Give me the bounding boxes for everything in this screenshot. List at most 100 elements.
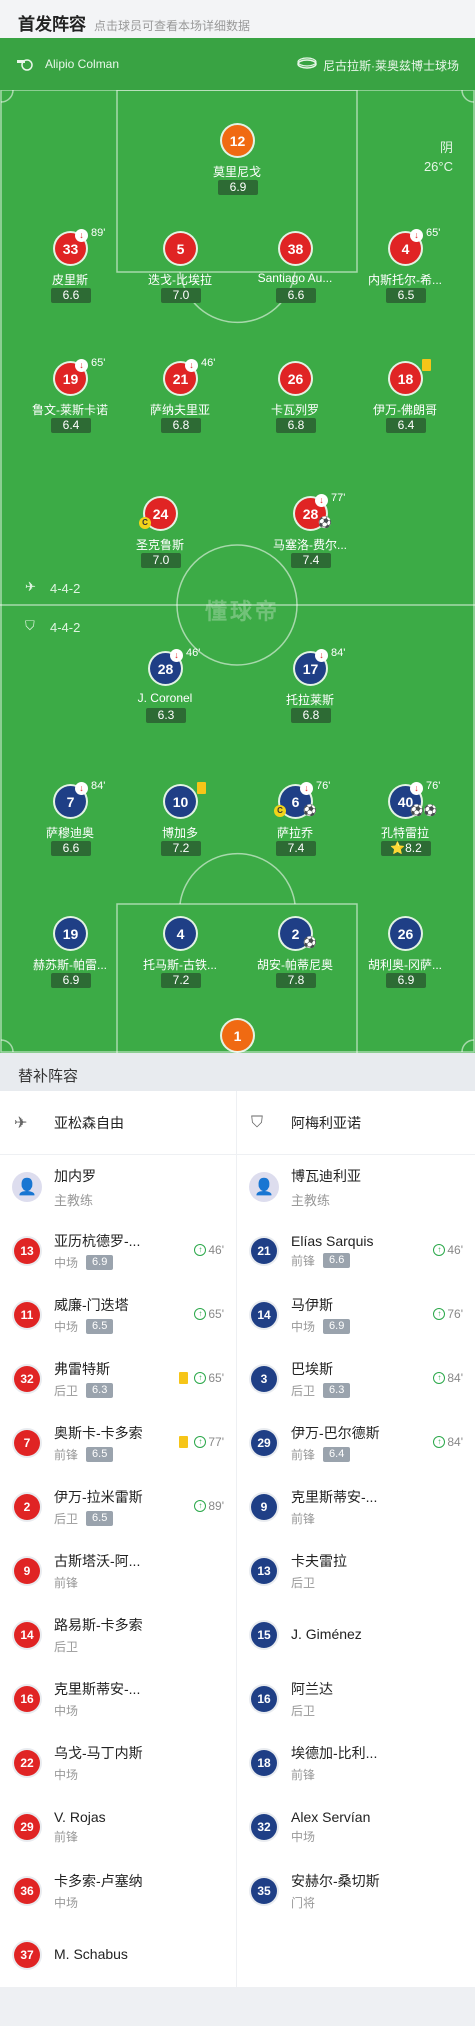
pitch-player[interactable]: 6 ↓ 76' C ⚽ 萨拉乔 7.4 [240,780,350,866]
sub-player-number: 15 [251,1622,277,1648]
pitch-player[interactable]: 19 ↓ 65' 鲁文-莱斯卡诺 6.4 [15,357,125,443]
sub-player-number: 3 [251,1366,277,1392]
sub-in-info: ↑ 84' [433,1435,463,1449]
away-coach[interactable]: 👤 博瓦迪利亚 主教练 [237,1155,475,1219]
pitch-player[interactable]: 7 ↓ 84' 萨穆迪奥 6.6 [15,780,125,866]
sub-player-rating: 6.9 [86,1255,114,1270]
sub-player-row[interactable]: 7 奥斯卡-卡多索 前锋 6.5 ↑ 77' [0,1411,236,1475]
pitch-player[interactable]: 18 伊万-佛朗哥 6.4 [350,359,460,443]
sub-player-row[interactable]: 13 卡夫雷拉 后卫 [237,1539,475,1603]
sub-player-row[interactable]: 16 阿兰达 后卫 [237,1667,475,1731]
sub-in-minute: 46' [447,1243,463,1257]
player-name: 孔特雷拉 [380,826,429,840]
captain-badge: C [139,517,151,529]
player-name: 托马斯-古铁... [143,958,217,972]
pitch-player[interactable]: 28 ↓ 77' ⚽ 马塞洛-费尔... 7.4 [255,492,365,578]
sub-player-number: 2 [14,1494,40,1520]
sub-player-row[interactable]: 11 威廉-门迭塔 中场 6.5 ↑ 65' [0,1283,236,1347]
pitch-player[interactable]: 19 赫苏斯-帕雷... 6.9 [15,918,125,998]
weather-temperature: 26°C [423,159,453,174]
sub-player-name: 路易斯-卡多索 [54,1617,143,1633]
sub-in-minute: 65' [208,1307,224,1321]
pitch-player[interactable]: 4 ↓ 65' 内斯托尔-希... 6.5 [350,227,460,313]
sub-player-rating: 6.3 [323,1383,351,1398]
player-number: 5 [165,233,196,264]
pitch-player[interactable]: 4 托马斯-古铁... 7.2 [125,918,235,998]
pitch-player[interactable]: 38 Santiago Au... 6.6 [240,233,350,313]
pitch-player[interactable]: 28 ↓ 46' J. Coronel 6.3 [110,647,220,733]
home-team-header[interactable]: ✈ 亚松森自由 [0,1091,236,1155]
pitch-player[interactable]: 5 迭戈-比埃拉 7.0 [125,233,235,313]
sub-in-icon: ↑ [433,1308,446,1320]
pitch-player[interactable]: 2 ⚽ 胡安-帕蒂尼奥 7.8 [240,918,350,998]
pitch-player[interactable]: 1克里斯托福罗7.2 [182,1020,292,1053]
sub-player-row[interactable]: 14 路易斯-卡多索 后卫 [0,1603,236,1667]
sub-player-row[interactable]: 29 伊万-巴尔德斯 前锋 6.4 ↑ 84' [237,1411,475,1475]
sub-player-number: 29 [14,1814,40,1840]
lineup-header: 首发阵容 点击球员可查看本场详细数据 [0,0,475,38]
sub-player-name: Alex Servían [291,1809,371,1825]
player-name: 鲁文-莱斯卡诺 [32,403,108,417]
yellow-card-icon [179,1436,189,1448]
pitch-player[interactable]: 10 博加多 7.2 [125,782,235,866]
sub-player-row[interactable]: 9 克里斯蒂安-... 前锋 [237,1475,475,1539]
sub-player-position: 前锋 [291,1254,316,1268]
sub-player-row[interactable]: 29 V. Rojas 前锋 [0,1795,236,1859]
pitch-player[interactable]: 40 ↓ 76' ⚽⚽ 孔特雷拉 ⭐8.2 [350,780,460,866]
sub-player-row[interactable]: 36 卡多索-卢塞纳 中场 [0,1859,236,1923]
home-team-logo-icon: ✈ [14,1114,28,1132]
sub-out-icon: ↓ [75,229,88,242]
player-number: 18 [390,363,421,394]
sub-player-row[interactable]: 15 J. Giménez [237,1603,475,1667]
player-rating: 6.8 [276,418,316,433]
sub-in-icon: ↑ [194,1244,207,1256]
home-coach-role: 主教练 [54,1192,94,1208]
sub-player-row[interactable]: 22 乌戈-马丁内斯 中场 [0,1731,236,1795]
weather: 阴 26°C [424,138,453,176]
sub-in-info: ↑ 84' [433,1371,463,1385]
sub-player-row[interactable]: 32 弗雷特斯 后卫 6.3 ↑ 65' [0,1347,236,1411]
away-team-header[interactable]: ⛉ 阿梅利亚诺 [237,1091,475,1155]
sub-in-info: ↑ 46' [433,1243,463,1257]
home-coach[interactable]: 👤 加内罗 主教练 [0,1155,236,1219]
sub-player-row[interactable]: 16 克里斯蒂安-... 中场 [0,1667,236,1731]
sub-player-name: 马伊斯 [291,1297,333,1313]
sub-player-row[interactable]: 13 亚历杭德罗-... 中场 6.9 ↑ 46' [0,1219,236,1283]
pitch: Alipio Colman 尼古拉斯·莱奥兹博士球场 阴 26°C ✈ 4-4-… [0,38,475,1053]
goal-ball-icon: ⚽ [318,517,332,529]
pitch-player[interactable]: 33 ↓ 89' 皮里斯 6.6 [15,227,125,313]
sub-player-position: 前锋 [54,1448,79,1462]
sub-minute: 46' [186,647,201,659]
sub-in-info: ↑ 65' [194,1307,224,1321]
sub-player-row[interactable]: 9 古斯塔沃-阿... 前锋 [0,1539,236,1603]
pitch-player[interactable]: 24 C 圣克鲁斯 7.0 [105,498,215,578]
sub-player-row[interactable]: 21 Elías Sarquis 前锋 6.6 ↑ 46' [237,1219,475,1283]
player-number: 26 [390,918,421,949]
pitch-player[interactable]: 26 卡瓦列罗 6.8 [240,363,350,443]
player-name: 迭戈-比埃拉 [148,273,212,287]
sub-player-position: 门将 [291,1896,316,1910]
sub-player-row[interactable]: 37 M. Schabus [0,1923,236,1987]
sub-in-icon: ↑ [433,1244,446,1256]
pitch-player[interactable]: 12 莫里尼戈 6.9 [182,125,292,205]
subs-panel: ✈ 亚松森自由 👤 加内罗 主教练 13 亚历杭德罗-... 中场 6.9 ↑ 46'… [0,1091,475,1987]
sub-player-row[interactable]: 2 伊万-拉米雷斯 后卫 6.5 ↑ 89' [0,1475,236,1539]
sub-player-row[interactable]: 35 安赫尔-桑切斯 门将 [237,1859,475,1923]
sub-player-row[interactable]: 32 Alex Servían 中场 [237,1795,475,1859]
player-name: 卡瓦列罗 [270,403,319,417]
pitch-player[interactable]: 17 ↓ 84' 托拉莱斯 6.8 [255,647,365,733]
sub-player-row[interactable]: 18 埃德加-比利... 前锋 [237,1731,475,1795]
pitch-player[interactable]: 26 胡利奥-冈萨... 6.9 [350,918,460,998]
pitch-player[interactable]: 21 ↓ 46' 萨纳夫里亚 6.8 [125,357,235,443]
player-name: 博加多 [161,826,198,840]
player-name: J. Coronel [137,691,193,705]
goal-ball-icon: ⚽ [303,805,317,817]
sub-in-info: ↑ 76' [433,1307,463,1321]
sub-in-icon: ↑ [194,1500,207,1512]
sub-player-number: 7 [14,1430,40,1456]
home-coach-avatar: 👤 [12,1172,42,1202]
sub-player-position: 中场 [291,1320,316,1334]
sub-in-icon: ↑ [433,1436,446,1448]
sub-player-row[interactable]: 3 巴埃斯 后卫 6.3 ↑ 84' [237,1347,475,1411]
sub-player-row[interactable]: 14 马伊斯 中场 6.9 ↑ 76' [237,1283,475,1347]
